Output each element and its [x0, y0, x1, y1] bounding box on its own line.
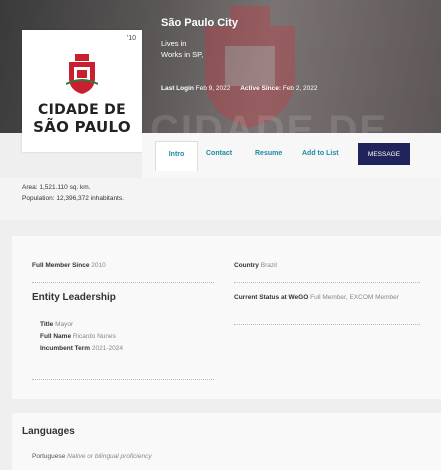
divider: [32, 282, 214, 283]
active-since-label: Active Since:: [240, 85, 282, 92]
leader-title: Title Mayor: [40, 321, 73, 328]
message-button[interactable]: MESSAGE: [358, 143, 410, 165]
leader-name-label: Full Name: [40, 333, 72, 340]
tab-intro[interactable]: Intro: [155, 141, 198, 171]
tab-resume[interactable]: Resume: [255, 141, 282, 167]
profile-logo-card: '10 CIDADE DE SÃO PAULO: [22, 30, 142, 152]
languages-heading: Languages: [22, 426, 75, 437]
country-label: Country: [234, 262, 259, 269]
language-proficiency: Native or bilingual proficiency: [67, 453, 152, 460]
area-text: Area: 1,521.110 sq. km.: [22, 184, 91, 191]
last-login-label: Last Login: [161, 85, 194, 92]
country-value: Brazil: [260, 262, 277, 269]
full-member-value: 2010: [91, 262, 106, 269]
city-coat-of-arms-icon: [66, 54, 98, 94]
leader-term: Incumbent Term 2021-2024: [40, 345, 123, 352]
entity-leadership-heading: Entity Leadership: [32, 292, 116, 303]
divider: [234, 282, 420, 283]
leader-title-value: Mayor: [55, 321, 74, 328]
language-name: Portuguese: [32, 453, 66, 460]
leader-name-value: Ricardo Nunes: [72, 333, 116, 340]
leader-title-label: Title: [40, 321, 54, 328]
last-login-value: Feb 9, 2022: [195, 85, 231, 92]
active-since-value: Feb 2, 2022: [282, 85, 318, 92]
full-member-label: Full Member Since: [32, 262, 90, 269]
language-item: Portuguese Native or bilingual proficien…: [32, 453, 152, 460]
current-status: Current Status at WeGO Full Member, EXCO…: [234, 293, 424, 303]
tab-add-to-list[interactable]: Add to List: [302, 141, 339, 167]
membership-card: Full Member Since 2010 Country Brazil En…: [12, 236, 441, 399]
leader-full-name: Full Name Ricardo Nunes: [40, 333, 116, 340]
profile-name: São Paulo City: [161, 17, 239, 29]
population-text: Population: 12,396,372 inhabitants.: [22, 195, 124, 202]
banner-ghost-text: CIDADE DE: [150, 108, 389, 133]
leader-term-label: Incumbent Term: [40, 345, 91, 352]
logo-year: '10: [126, 35, 136, 42]
works-in: Works in SP,: [161, 50, 204, 59]
profile-tabs: Intro Contact Resume Add to List MESSAGE: [142, 133, 441, 178]
full-member-since: Full Member Since 2010: [32, 262, 106, 269]
tab-contact[interactable]: Contact: [206, 141, 232, 167]
lives-in: Lives in: [161, 39, 187, 48]
logo-text-line2: SÃO PAULO: [33, 118, 131, 136]
divider: [32, 379, 214, 380]
city-stats: Area: 1,521.110 sq. km. Population: 12,3…: [0, 178, 441, 220]
languages-card: Languages Portuguese Native or bilingual…: [12, 413, 441, 470]
login-activity: Last Login Feb 9, 2022 Active Since: Feb…: [161, 85, 326, 92]
leader-term-value: 2021-2024: [91, 345, 123, 352]
profile-info: São Paulo City Lives in Works in SP,: [161, 17, 238, 60]
logo-text-line1: CIDADE DE: [38, 102, 126, 118]
status-value: Full Member, EXCOM Member: [310, 294, 399, 301]
status-label: Current Status at WeGO: [234, 294, 309, 301]
country: Country Brazil: [234, 262, 277, 269]
divider: [234, 324, 420, 325]
